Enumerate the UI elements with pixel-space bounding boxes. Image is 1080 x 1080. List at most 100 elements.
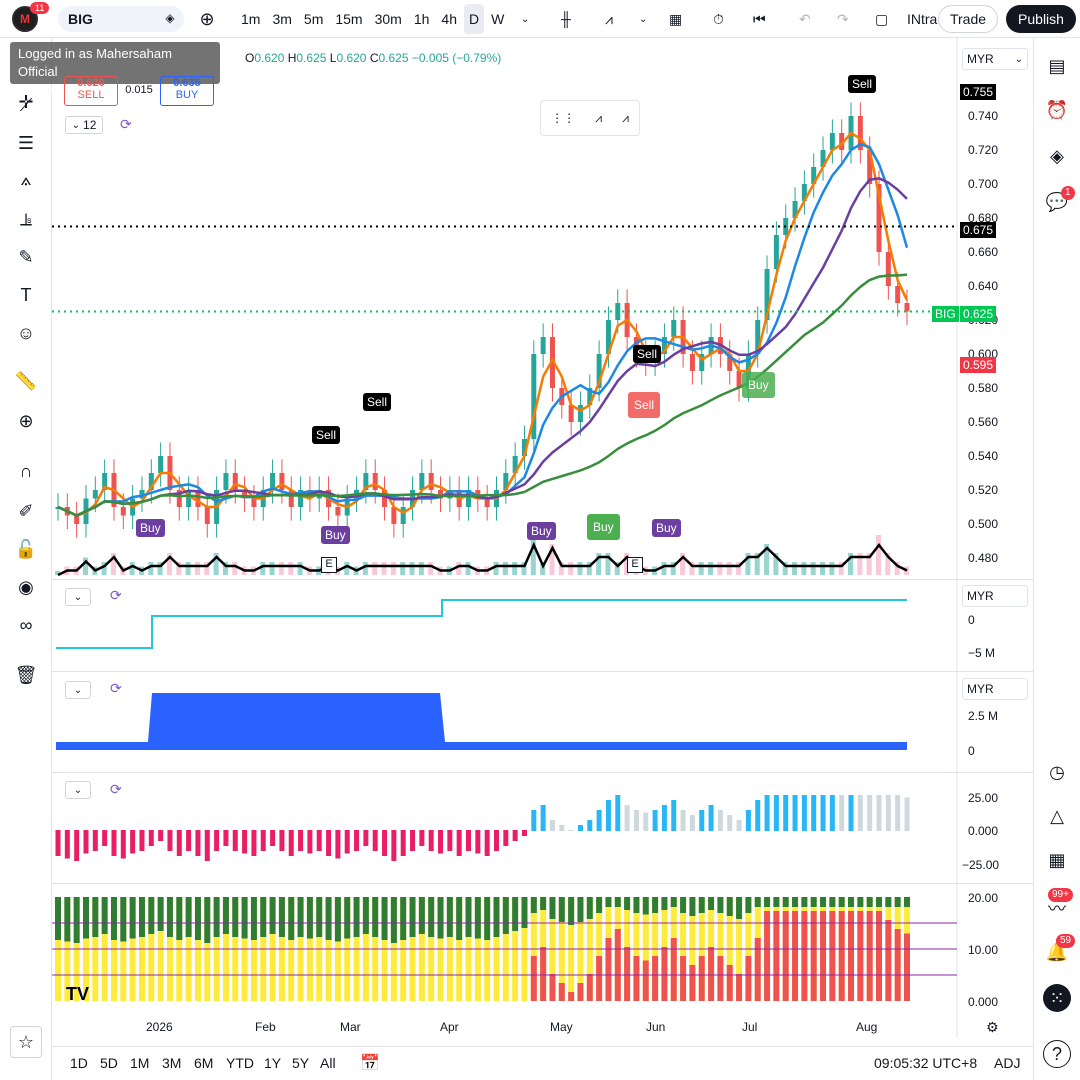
pane-collapse-button[interactable]: ⌄ [65,588,91,606]
redo-icon[interactable]: ↷ [832,4,854,34]
range-1D[interactable]: 1D [70,1055,88,1071]
pane-currency-selector[interactable]: MYR [962,585,1028,607]
drag-handle-icon[interactable]: ⋮⋮ [551,111,575,125]
layout-grid-icon[interactable]: ▦ [664,4,687,34]
range-YTD[interactable]: YTD [226,1055,254,1071]
volume-bar [381,562,387,575]
publish-button[interactable]: Publish [1006,5,1076,33]
range-1M[interactable]: 1M [130,1055,149,1071]
earnings-marker[interactable]: E [627,557,643,573]
buy-quote-button[interactable]: 0.635 BUY [160,76,214,106]
indicators-icon[interactable]: ⩘ [600,4,618,34]
zoom-icon[interactable]: ⊕ [12,407,40,435]
pane5-green-bar [614,897,621,907]
trash-icon[interactable]: 🗑 [12,661,40,689]
currency-selector[interactable]: MYR ⌄ [962,48,1028,70]
pane-currency-selector[interactable]: MYR [962,678,1028,700]
candle-type-icon[interactable]: ╫ [556,4,576,34]
pane-divider[interactable] [52,772,1033,773]
alarm-clock-icon[interactable]: ⏰ [1043,96,1071,124]
range-All[interactable]: All [320,1055,336,1071]
calendar-icon[interactable]: ▦ [1043,846,1071,874]
pane-collapse-button[interactable]: ⌄ [65,681,91,699]
link-icon[interactable]: ∞ [12,611,40,639]
timeframe-3m[interactable]: 3m [267,4,296,34]
refresh-icon[interactable]: ⟳ [110,680,122,697]
candle-body [335,507,341,516]
fullscreen-icon[interactable]: ▢ [870,4,893,34]
symbol-search[interactable]: BIG ◈ [58,6,184,32]
refresh-icon[interactable]: ⟳ [110,587,122,604]
speedometer-icon[interactable]: ◷ [1043,758,1071,786]
date-range-icon[interactable]: 📅 [360,1053,380,1073]
fib-icon[interactable]: ☰ [12,129,40,157]
timeframe-W[interactable]: W [486,4,509,34]
sell-quote-button[interactable]: 0.620 SELL [64,76,118,106]
forecast-icon[interactable]: ⫡ [12,205,40,233]
timeframe-1h[interactable]: 1h [409,4,435,34]
indicators-dropdown-icon[interactable]: ⌄ [634,4,652,34]
pane4-bar [214,830,220,851]
pane-collapse-button[interactable]: ⌄ [65,781,91,799]
layers-icon[interactable]: ◈ [1043,142,1071,170]
change-value: −0.005 (−0.79%) [411,51,502,65]
eye-icon[interactable]: ◉ [12,573,40,601]
replay-icon[interactable]: ⏮ [748,4,771,34]
help-icon[interactable]: ? [1043,1040,1071,1068]
pane5-red-bar [708,947,715,1001]
pane-divider[interactable] [52,883,1033,884]
pattern-icon[interactable]: ⟑ [12,165,40,193]
timeframe-1m[interactable]: 1m [236,4,265,34]
ruler-icon[interactable]: 📏 [12,367,40,395]
earnings-marker[interactable]: E [321,557,337,573]
text-icon[interactable]: T [12,281,40,309]
pane5-green-bar [306,897,313,939]
refresh-icon[interactable]: ⟳ [110,781,122,798]
range-3M[interactable]: 3M [162,1055,181,1071]
timeframe-dropdown-icon[interactable]: ⌄ [516,4,534,34]
chart-canvas[interactable] [52,38,1033,1080]
pane-divider[interactable] [52,671,1033,672]
pane3-tick: 2.5 M [968,709,999,723]
symbol-compare-icon[interactable]: ◈ [162,11,178,27]
adj-toggle[interactable]: ADJ [994,1055,1020,1071]
refresh-icon[interactable]: ⟳ [120,116,132,133]
trade-button[interactable]: Trade [938,5,998,33]
brush-icon[interactable]: ✎ [12,243,40,271]
magnet-icon[interactable]: ∩ [12,457,40,485]
timeframe-5m[interactable]: 5m [299,4,328,34]
emoji-icon[interactable]: ☺ [12,319,40,347]
layout-name[interactable]: INtra [902,4,942,34]
lock-drawing-icon[interactable]: ✐ [12,497,40,525]
range-6M[interactable]: 6M [194,1055,213,1071]
watchlist-icon[interactable]: ▤ [1043,52,1071,80]
pattern-overlay-widget[interactable]: ⋮⋮ ⩘ ⩘ [540,100,640,136]
clock[interactable]: 09:05:32 UTC+8 [874,1055,977,1071]
timeframe-15m[interactable]: 15m [330,4,367,34]
pane5-red-bar [838,911,845,1001]
wave-15-icon[interactable]: ⩘ [595,111,602,126]
chart-area[interactable] [52,38,1033,1080]
alert-clock-icon[interactable]: ⏱ [708,4,729,34]
lock-icon[interactable]: 🔓 [12,535,40,563]
indicators-collapse-button[interactable]: ⌄ 12 [65,116,103,134]
timeframe-D[interactable]: D [463,4,485,34]
pane-divider[interactable] [52,579,1033,580]
range-5D[interactable]: 5D [100,1055,118,1071]
pane5-red-bar [605,938,612,1001]
pane4-bar [158,830,164,841]
pane4-bar [447,830,453,851]
pane3-area [56,693,907,750]
wave-ac-icon[interactable]: ⩘ [622,111,629,126]
price-tick: 0.540 [968,449,999,463]
add-symbol-button[interactable]: ⊕ [196,4,218,34]
timeframe-4h[interactable]: 4h [436,4,462,34]
triangle-icon[interactable]: △ [1043,802,1071,830]
settings-gear-icon[interactable]: ⚙ [986,1019,999,1036]
range-5Y[interactable]: 5Y [292,1055,309,1071]
range-1Y[interactable]: 1Y [264,1055,281,1071]
timeframe-30m[interactable]: 30m [370,4,407,34]
undo-icon[interactable]: ↶ [794,4,816,34]
favorites-star-icon[interactable]: ☆ [10,1026,42,1058]
apps-grid-icon[interactable]: ⁙ [1043,984,1071,1012]
